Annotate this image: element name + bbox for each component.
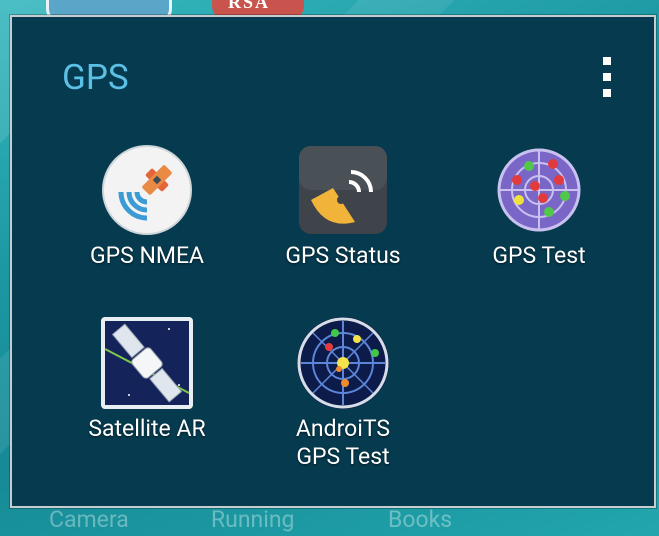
folder-title[interactable]: GPS [62, 57, 129, 98]
app-androits-gps-test[interactable]: AndroiTS GPS Test [248, 315, 438, 471]
app-folder: GPS GPS NMEA GPS Status GPS Test Satelli… [10, 15, 656, 508]
dock-label-running: Running [211, 506, 295, 533]
app-label: GPS Test [492, 242, 586, 269]
app-label: GPS NMEA [89, 242, 205, 269]
app-gps-test[interactable]: GPS Test [444, 142, 634, 270]
background-icon-text: RSA [228, 0, 271, 12]
app-satellite-ar[interactable]: Satellite AR [52, 315, 242, 443]
app-gps-nmea[interactable]: GPS NMEA [52, 142, 242, 270]
satellite-orbit-icon [99, 315, 195, 411]
app-gps-status[interactable]: GPS Status [248, 142, 438, 270]
overflow-menu-icon[interactable] [592, 57, 622, 105]
radar-sky-icon [295, 315, 391, 411]
satellite-dish-icon [295, 142, 391, 238]
dock-label-camera: Camera [49, 506, 129, 533]
satellite-signal-icon [99, 142, 195, 238]
app-label: GPS Status [285, 242, 401, 269]
radar-dots-icon [491, 142, 587, 238]
app-label: Satellite AR [88, 415, 206, 442]
dock-label-books: Books [388, 506, 453, 533]
app-label: AndroiTS GPS Test [295, 415, 391, 470]
